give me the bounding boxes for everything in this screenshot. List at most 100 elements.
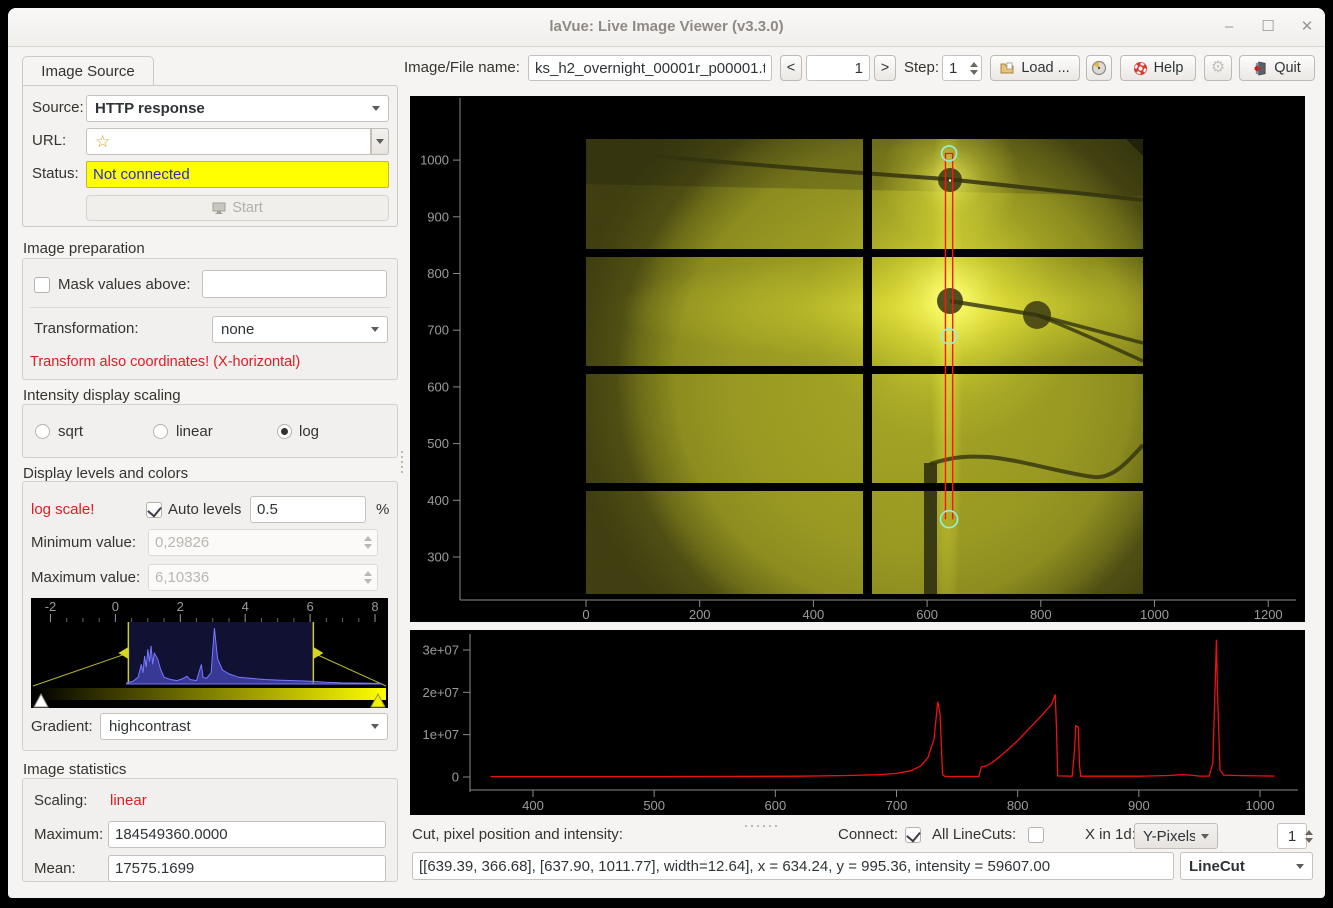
levels-histogram-widget[interactable]: -202468: [31, 598, 388, 708]
timer-button[interactable]: [1086, 55, 1112, 81]
url-label: URL:: [32, 128, 66, 154]
radio-sqrt[interactable]: [35, 424, 50, 439]
tool-value: LineCut: [1189, 858, 1290, 875]
auto-levels-input[interactable]: [250, 496, 366, 523]
maximum-spin-arrows[interactable]: [360, 564, 376, 591]
vertical-splitter-handle[interactable]: [401, 448, 403, 476]
svg-text:1000: 1000: [1246, 798, 1275, 813]
maximum-value-input[interactable]: [148, 564, 378, 591]
minimize-icon[interactable]: –: [1220, 18, 1238, 36]
gradient-select[interactable]: highcontrast: [100, 713, 388, 740]
settings-button[interactable]: ⚙: [1204, 55, 1232, 81]
all-linecuts-checkbox[interactable]: [1028, 827, 1044, 843]
connect-label: Connect:: [838, 822, 898, 848]
svg-text:2: 2: [177, 599, 184, 614]
frame-number-input[interactable]: [806, 55, 870, 81]
svg-text:4: 4: [242, 599, 249, 614]
spin-down-icon[interactable]: [970, 70, 978, 75]
url-dropdown-button[interactable]: [371, 128, 389, 155]
levels-histogram-svg: -202468: [31, 598, 388, 708]
x-in-1d-label: X in 1d:: [1085, 822, 1136, 848]
mask-value-input[interactable]: [202, 270, 387, 298]
linecut-plot[interactable]: 01e+072e+073e+074005006007008009001000: [410, 630, 1305, 815]
svg-text:800: 800: [1030, 607, 1052, 622]
svg-text:700: 700: [427, 323, 449, 338]
favorite-star-icon[interactable]: ☆: [95, 132, 110, 152]
transformation-select[interactable]: none: [212, 316, 388, 343]
stat-mean-label: Mean:: [34, 856, 76, 882]
svg-text:1000: 1000: [420, 153, 449, 168]
svg-text:600: 600: [916, 607, 938, 622]
svg-text:300: 300: [427, 550, 449, 565]
radio-linear[interactable]: [153, 424, 168, 439]
spin-down-icon[interactable]: [364, 579, 372, 584]
image-statistics-title: Image statistics: [23, 761, 126, 779]
start-button-label: Start: [232, 200, 263, 216]
connect-checkbox[interactable]: [905, 827, 921, 843]
svg-text:-2: -2: [45, 599, 57, 614]
stat-maximum-label: Maximum:: [34, 822, 103, 848]
transformation-value: none: [221, 321, 365, 338]
percent-label: %: [376, 497, 389, 523]
stat-scaling-label: Scaling:: [34, 788, 87, 814]
prev-frame-button[interactable]: <: [780, 55, 802, 81]
auto-levels-label: Auto levels: [168, 497, 241, 523]
linecut-plot-svg: 01e+072e+073e+074005006007008009001000: [410, 630, 1305, 815]
intensity-scaling-title: Intensity display scaling: [23, 387, 181, 405]
svg-text:600: 600: [427, 379, 449, 394]
file-name-input[interactable]: [528, 55, 772, 81]
auto-levels-checkbox[interactable]: [146, 502, 162, 518]
tab-image-source[interactable]: Image Source: [22, 56, 154, 86]
svg-text:200: 200: [689, 607, 711, 622]
mask-checkbox[interactable]: [34, 277, 50, 293]
spin-up-icon[interactable]: [1305, 830, 1313, 835]
gradient-value: highcontrast: [109, 718, 365, 735]
radio-log[interactable]: [277, 424, 292, 439]
start-button[interactable]: Start: [86, 195, 389, 221]
x-in-1d-select[interactable]: Y-Pixels: [1134, 823, 1218, 849]
svg-text:0: 0: [112, 599, 119, 614]
divider: [30, 307, 390, 308]
svg-text:2e+07: 2e+07: [422, 685, 459, 700]
gradient-bar[interactable]: [33, 688, 386, 700]
folder-icon: [1000, 62, 1015, 75]
detector-image-plot[interactable]: 3004005006007008009001000020040060080010…: [410, 96, 1305, 622]
splitter-handle-cut-controls[interactable]: [743, 817, 779, 835]
spin-up-icon[interactable]: [364, 536, 372, 541]
load-button-label: Load ...: [1021, 60, 1069, 76]
maximize-icon[interactable]: ☐: [1259, 18, 1277, 36]
svg-text:800: 800: [427, 266, 449, 281]
stat-mean-input[interactable]: [108, 855, 386, 882]
cut-position-intensity-field[interactable]: [412, 852, 1174, 880]
spin-up-icon[interactable]: [970, 62, 978, 67]
spin-down-icon[interactable]: [364, 544, 372, 549]
svg-text:600: 600: [764, 798, 786, 813]
lifebuoy-icon: [1133, 61, 1148, 76]
step-spin-arrows[interactable]: [966, 55, 982, 81]
quit-button[interactable]: Quit: [1239, 55, 1315, 81]
radio-linear-label: linear: [176, 419, 213, 445]
gear-icon: ⚙: [1211, 60, 1225, 76]
tool-select[interactable]: LineCut: [1180, 852, 1313, 880]
titlebar[interactable]: laVue: Live Image Viewer (v3.3.0) – ☐ ✕: [8, 8, 1325, 47]
log-scale-note: log scale!: [31, 497, 94, 523]
svg-text:400: 400: [522, 798, 544, 813]
close-icon[interactable]: ✕: [1298, 18, 1316, 36]
svg-text:800: 800: [1007, 798, 1029, 813]
minimum-spin-arrows[interactable]: [360, 529, 376, 556]
spin-up-icon[interactable]: [364, 571, 372, 576]
svg-text:400: 400: [803, 607, 825, 622]
svg-text:6: 6: [306, 599, 313, 614]
stat-maximum-input[interactable]: [108, 821, 386, 848]
spin-down-icon[interactable]: [1305, 838, 1313, 843]
next-frame-button[interactable]: >: [874, 55, 896, 81]
svg-text:900: 900: [1128, 798, 1150, 813]
source-select[interactable]: HTTP response: [86, 95, 389, 122]
linecut-count-arrows[interactable]: [1301, 823, 1317, 849]
help-button[interactable]: Help: [1120, 55, 1196, 81]
load-button[interactable]: Load ...: [990, 55, 1080, 81]
window-title: laVue: Live Image Viewer (v3.3.0): [8, 8, 1325, 46]
url-input[interactable]: ☆: [86, 128, 371, 155]
radio-sqrt-label: sqrt: [58, 419, 83, 445]
minimum-value-input[interactable]: [148, 529, 378, 556]
